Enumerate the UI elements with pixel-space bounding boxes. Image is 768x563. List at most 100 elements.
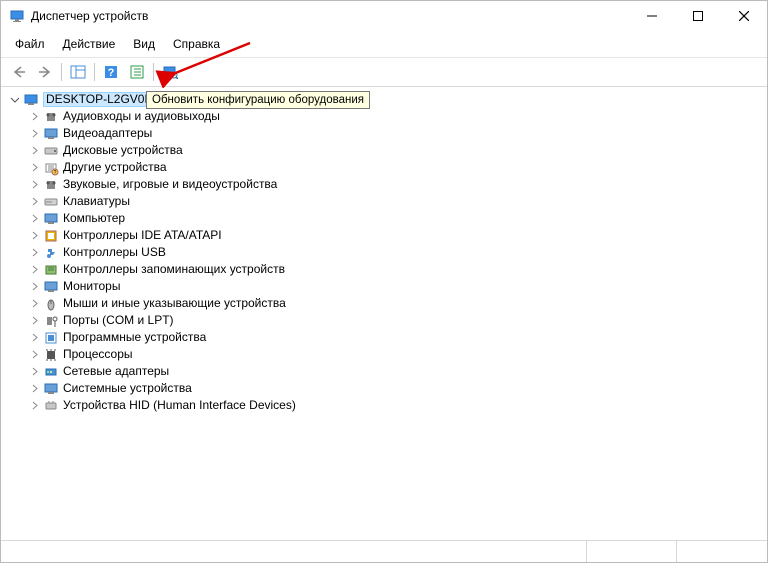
- expand-icon[interactable]: [27, 248, 41, 257]
- toolbar-separator: [61, 63, 62, 81]
- tree-item[interactable]: Мониторы: [3, 278, 765, 295]
- tree-root-label: DESKTOP-L2GV0M: [43, 92, 157, 107]
- tree-item-label: Дисковые устройства: [63, 144, 183, 157]
- scan-hardware-button[interactable]: [158, 61, 182, 83]
- display-adapter-icon: [43, 126, 59, 142]
- statusbar: [1, 540, 767, 562]
- tree-item-label: Контроллеры USB: [63, 246, 166, 259]
- tree-item-label: Клавиатуры: [63, 195, 130, 208]
- expand-icon[interactable]: [27, 367, 41, 376]
- disk-icon: [43, 143, 59, 159]
- hid-device-icon: [43, 398, 59, 414]
- tree-item[interactable]: Контроллеры USB: [3, 244, 765, 261]
- status-cell: [1, 541, 587, 562]
- properties-button[interactable]: [125, 61, 149, 83]
- expand-icon[interactable]: [27, 146, 41, 155]
- tree-item-label: Аудиовходы и аудиовыходы: [63, 110, 220, 123]
- expand-icon[interactable]: [27, 282, 41, 291]
- tree-item-label: Мыши и иные указывающие устройства: [63, 297, 286, 310]
- expand-icon[interactable]: [27, 384, 41, 393]
- expand-icon[interactable]: [27, 231, 41, 240]
- app-icon: [9, 8, 25, 24]
- tree-item-label: Мониторы: [63, 280, 120, 293]
- status-cell: [587, 541, 677, 562]
- expand-icon[interactable]: [27, 129, 41, 138]
- menu-file[interactable]: Файл: [7, 33, 53, 55]
- expand-icon[interactable]: [27, 350, 41, 359]
- titlebar[interactable]: Диспетчер устройств: [1, 1, 767, 31]
- network-adapter-icon: [43, 364, 59, 380]
- minimize-button[interactable]: [629, 1, 675, 31]
- tree-item-label: Сетевые адаптеры: [63, 365, 169, 378]
- computer-icon: [43, 211, 59, 227]
- tree-item[interactable]: ?Другие устройства: [3, 159, 765, 176]
- tooltip: Обновить конфигурацию оборудования: [146, 91, 370, 109]
- back-button[interactable]: [7, 61, 31, 83]
- tree-item-label: Компьютер: [63, 212, 125, 225]
- svg-text:?: ?: [54, 170, 57, 176]
- storage-controller-icon: [43, 262, 59, 278]
- status-cell: [677, 541, 767, 562]
- maximize-button[interactable]: [675, 1, 721, 31]
- window-title: Диспетчер устройств: [31, 9, 629, 23]
- expand-icon[interactable]: [27, 299, 41, 308]
- tree-item[interactable]: Мыши и иные указывающие устройства: [3, 295, 765, 312]
- tree-item-label: Программные устройства: [63, 331, 206, 344]
- menu-help[interactable]: Справка: [165, 33, 228, 55]
- other-device-icon: ?: [43, 160, 59, 176]
- menu-view[interactable]: Вид: [125, 33, 163, 55]
- tree-item-label: Звуковые, игровые и видеоустройства: [63, 178, 277, 191]
- forward-button[interactable]: [33, 61, 57, 83]
- tree-item[interactable]: Клавиатуры: [3, 193, 765, 210]
- tree-item[interactable]: Сетевые адаптеры: [3, 363, 765, 380]
- close-button[interactable]: [721, 1, 767, 31]
- tree-item-label: Системные устройства: [63, 382, 192, 395]
- toolbar: ?: [1, 58, 767, 87]
- tree-item[interactable]: Аудиовходы и аудиовыходы: [3, 108, 765, 125]
- tree-item[interactable]: Порты (COM и LPT): [3, 312, 765, 329]
- tree-item-label: Контроллеры запоминающих устройств: [63, 263, 285, 276]
- tree-item[interactable]: Контроллеры IDE ATA/ATAPI: [3, 227, 765, 244]
- keyboard-icon: [43, 194, 59, 210]
- tree-item[interactable]: Устройства HID (Human Interface Devices): [3, 397, 765, 414]
- menubar: Файл Действие Вид Справка: [1, 31, 767, 58]
- show-hide-tree-button[interactable]: [66, 61, 90, 83]
- expand-icon[interactable]: [27, 197, 41, 206]
- expand-icon[interactable]: [27, 112, 41, 121]
- system-device-icon: [43, 381, 59, 397]
- tree-item[interactable]: Процессоры: [3, 346, 765, 363]
- tree-item-label: Устройства HID (Human Interface Devices): [63, 399, 296, 412]
- expand-icon[interactable]: [27, 401, 41, 410]
- mouse-icon: [43, 296, 59, 312]
- usb-controller-icon: [43, 245, 59, 261]
- processor-icon: [43, 347, 59, 363]
- tree-item[interactable]: Компьютер: [3, 210, 765, 227]
- help-button[interactable]: ?: [99, 61, 123, 83]
- tree-item-label: Порты (COM и LPT): [63, 314, 174, 327]
- tree-item[interactable]: Программные устройства: [3, 329, 765, 346]
- expand-icon[interactable]: [27, 163, 41, 172]
- tree-item[interactable]: Видеоадаптеры: [3, 125, 765, 142]
- svg-text:?: ?: [108, 67, 115, 79]
- expand-icon[interactable]: [27, 316, 41, 325]
- computer-icon: [23, 92, 39, 108]
- tree-item[interactable]: Дисковые устройства: [3, 142, 765, 159]
- ide-controller-icon: [43, 228, 59, 244]
- sound-game-video-icon: [43, 177, 59, 193]
- tree-item[interactable]: Системные устройства: [3, 380, 765, 397]
- toolbar-separator: [153, 63, 154, 81]
- expand-icon[interactable]: [27, 214, 41, 223]
- tree-item-label: Видеоадаптеры: [63, 127, 152, 140]
- expand-icon[interactable]: [7, 95, 21, 104]
- expand-icon[interactable]: [27, 180, 41, 189]
- expand-icon[interactable]: [27, 265, 41, 274]
- tree-root[interactable]: DESKTOP-L2GV0M: [3, 91, 765, 108]
- tree-item[interactable]: Звуковые, игровые и видеоустройства: [3, 176, 765, 193]
- expand-icon[interactable]: [27, 333, 41, 342]
- window-frame: Диспетчер устройств Файл Действие Вид Сп…: [0, 0, 768, 563]
- window-buttons: [629, 1, 767, 31]
- tree-panel[interactable]: Обновить конфигурацию оборудования DESKT…: [1, 87, 767, 540]
- menu-action[interactable]: Действие: [55, 33, 124, 55]
- tree-item[interactable]: Контроллеры запоминающих устройств: [3, 261, 765, 278]
- device-tree: DESKTOP-L2GV0M Аудиовходы и аудиовыходы В…: [1, 87, 767, 418]
